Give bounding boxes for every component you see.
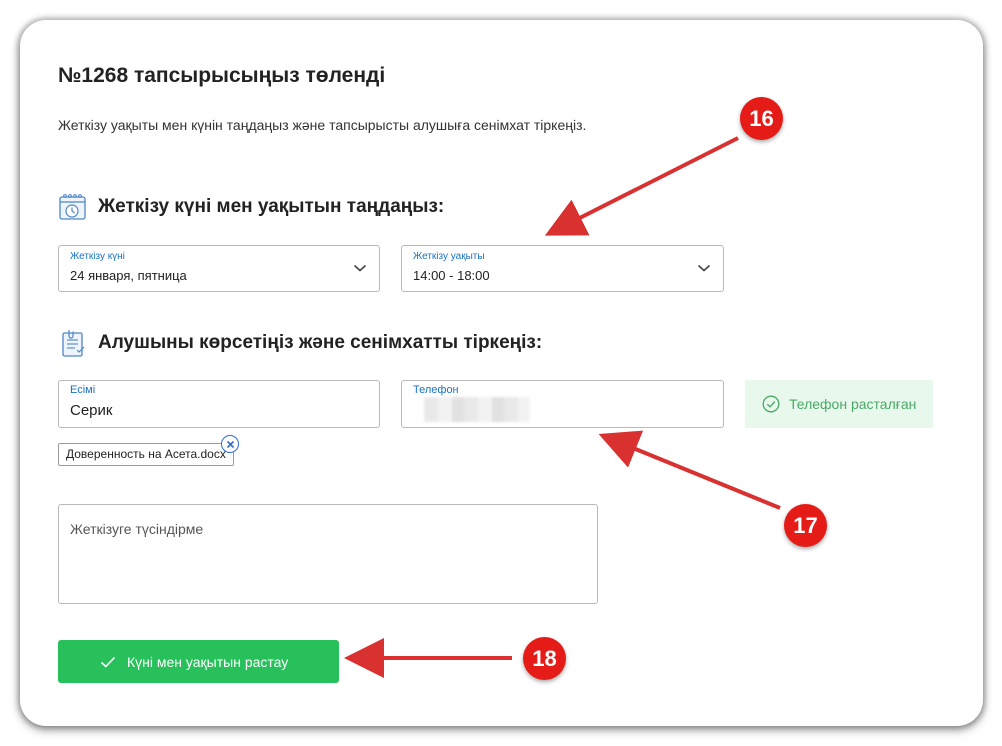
delivery-date-label: Жеткізу күні — [70, 251, 125, 262]
annotation-badge-16: 16 — [740, 97, 783, 140]
delivery-heading-text: Жеткізу күні мен уақытын таңдаңыз: — [98, 196, 445, 217]
delivery-section-heading: Жеткізу күні мен уақытын таңдаңыз: — [58, 192, 444, 222]
intro-text: Жеткізу уақыты мен күнін таңдаңыз және т… — [58, 117, 587, 133]
confirm-date-time-button[interactable]: Күні мен уақытын растау — [58, 640, 339, 683]
document-clip-icon — [62, 330, 85, 357]
recipient-phone-field[interactable]: Телефон — [401, 380, 724, 428]
recipient-heading-text: Алушыны көрсетіңіз және сенімхатты тірке… — [98, 332, 543, 353]
calendar-clock-icon — [59, 194, 86, 220]
recipient-name-field[interactable]: Есімі Серик — [58, 380, 380, 428]
phone-verified-text: Телефон расталған — [789, 396, 917, 412]
recipient-phone-label: Телефон — [413, 384, 459, 396]
check-circle-icon — [762, 395, 780, 413]
annotation-badge-18: 18 — [523, 637, 566, 680]
delivery-comment-textarea[interactable]: Жеткізуге түсіндірме — [58, 504, 598, 604]
phone-verified-badge: Телефон расталған — [745, 380, 933, 428]
delivery-time-label: Жеткізу уақыты — [413, 251, 485, 262]
delivery-date-value: 24 января, пятница — [70, 268, 187, 283]
delivery-time-select[interactable]: Жеткізу уақыты 14:00 - 18:00 — [401, 245, 724, 292]
chevron-down-icon[interactable] — [697, 263, 711, 273]
attached-file-chip: Доверенность на Асета.docx — [58, 443, 234, 466]
confirm-button-label: Күні мен уақытын растау — [127, 653, 289, 670]
recipient-name-value[interactable]: Серик — [70, 402, 112, 419]
annotation-badge-17: 17 — [784, 504, 827, 547]
page-title: №1268 тапсырысыңыз төленді — [58, 64, 386, 87]
delivery-time-value: 14:00 - 18:00 — [413, 268, 490, 283]
remove-file-button[interactable] — [221, 435, 239, 453]
close-icon[interactable] — [226, 440, 235, 449]
check-icon — [100, 656, 116, 668]
recipient-section-heading: Алушыны көрсетіңіз және сенімхатты тірке… — [58, 328, 542, 358]
chevron-down-icon[interactable] — [353, 263, 367, 273]
recipient-name-label: Есімі — [70, 384, 96, 396]
delivery-date-select[interactable]: Жеткізу күні 24 января, пятница — [58, 245, 380, 292]
phone-value-blurred[interactable] — [424, 397, 530, 422]
